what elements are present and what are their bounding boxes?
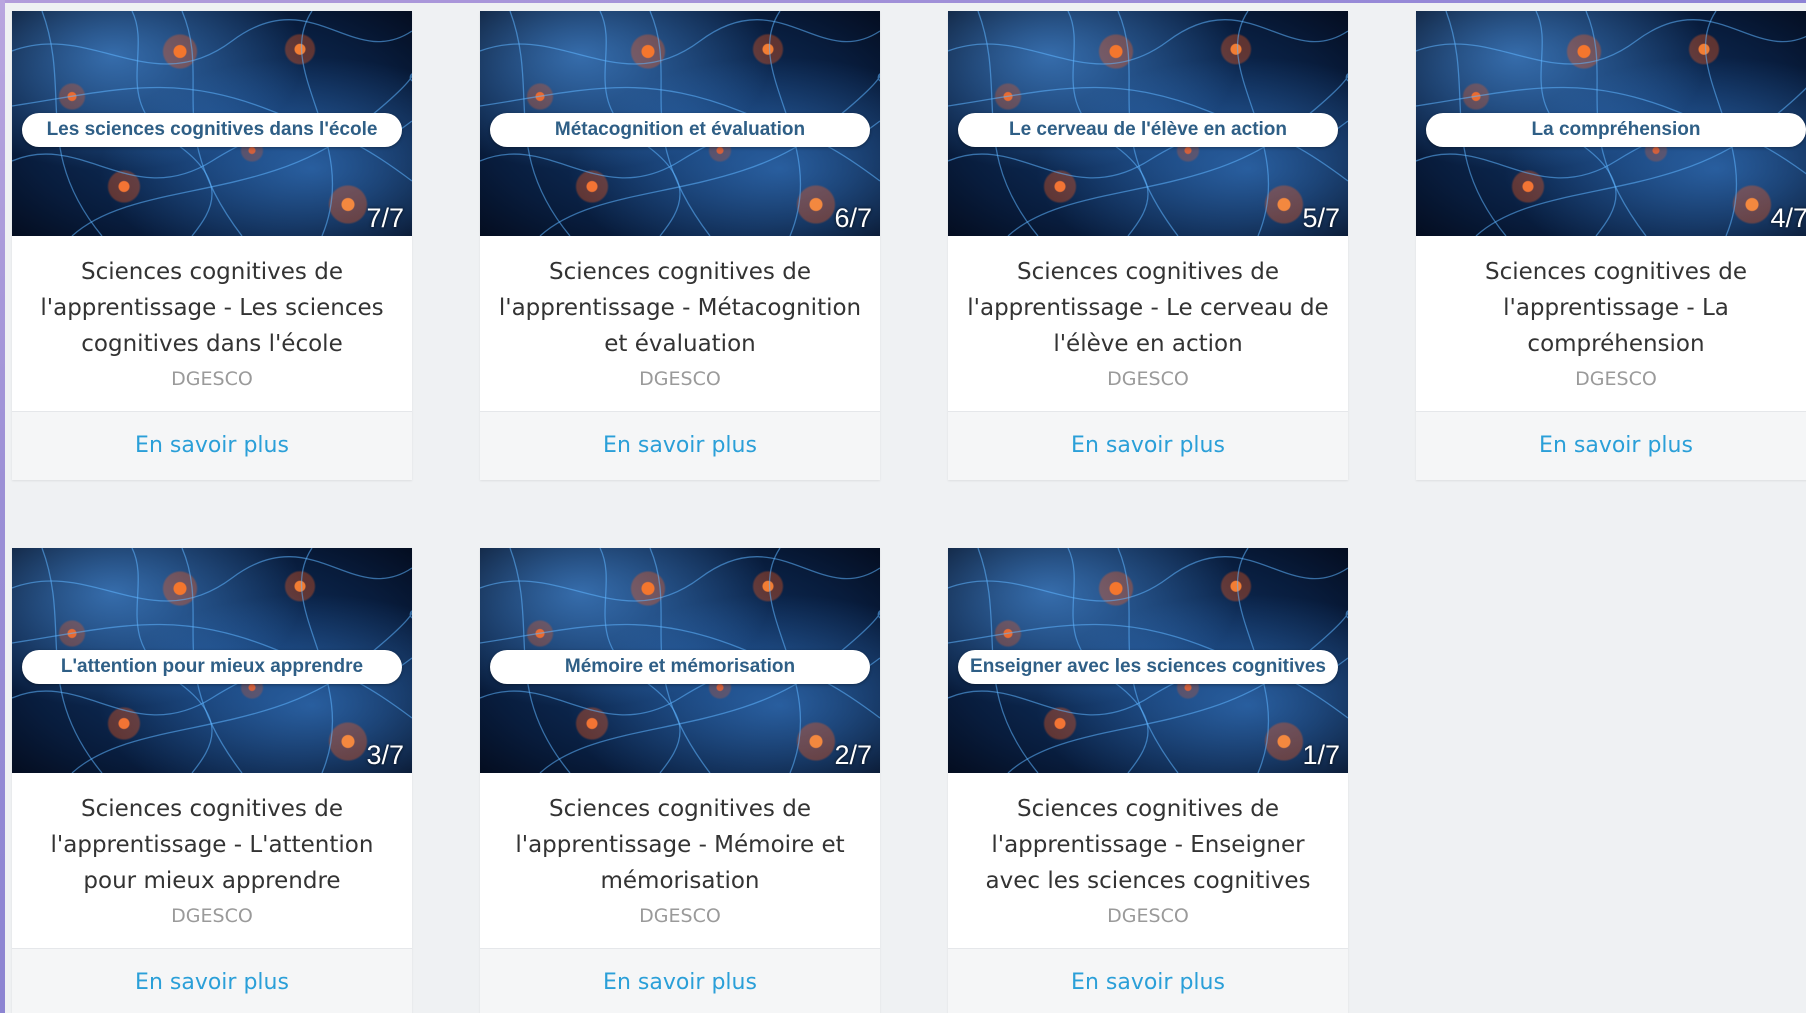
episode-counter: 7/7 [366, 203, 404, 233]
topic-label: La compréhension [1426, 113, 1806, 147]
course-thumbnail[interactable]: L'attention pour mieux apprendre 3/7 [12, 548, 412, 773]
topic-label: Les sciences cognitives dans l'école [22, 113, 402, 147]
course-thumbnail[interactable]: La compréhension 4/7 [1416, 11, 1806, 236]
course-author: DGESCO [639, 905, 721, 927]
course-title[interactable]: Sciences cognitives de l'apprentissage -… [1430, 254, 1802, 362]
card-body: Sciences cognitives de l'apprentissage -… [12, 236, 412, 411]
left-accent-border [0, 0, 5, 1013]
episode-counter: 6/7 [834, 203, 872, 233]
learn-more-link[interactable]: En savoir plus [948, 411, 1348, 480]
episode-counter: 2/7 [834, 740, 872, 770]
course-author: DGESCO [1575, 368, 1657, 390]
course-thumbnail[interactable]: Le cerveau de l'élève en action 5/7 [948, 11, 1348, 236]
episode-counter: 3/7 [366, 740, 404, 770]
learn-more-link[interactable]: En savoir plus [1416, 411, 1806, 480]
course-title[interactable]: Sciences cognitives de l'apprentissage -… [962, 254, 1334, 362]
learn-more-link[interactable]: En savoir plus [480, 948, 880, 1013]
course-card: Mémoire et mémorisation 2/7 Sciences cog… [480, 548, 880, 1013]
course-card: L'attention pour mieux apprendre 3/7 Sci… [12, 548, 412, 1013]
course-title[interactable]: Sciences cognitives de l'apprentissage -… [494, 254, 866, 362]
course-card: Enseigner avec les sciences cognitives 1… [948, 548, 1348, 1013]
topic-label: Le cerveau de l'élève en action [958, 113, 1338, 147]
course-thumbnail[interactable]: Métacognition et évaluation 6/7 [480, 11, 880, 236]
episode-counter: 1/7 [1302, 740, 1340, 770]
course-thumbnail[interactable]: Mémoire et mémorisation 2/7 [480, 548, 880, 773]
course-card: Métacognition et évaluation 6/7 Sciences… [480, 11, 880, 480]
topic-label: Mémoire et mémorisation [490, 650, 870, 684]
course-author: DGESCO [1107, 905, 1189, 927]
topic-label: L'attention pour mieux apprendre [22, 650, 402, 684]
card-body: Sciences cognitives de l'apprentissage -… [948, 236, 1348, 411]
learn-more-link[interactable]: En savoir plus [480, 411, 880, 480]
course-card: Le cerveau de l'élève en action 5/7 Scie… [948, 11, 1348, 480]
course-author: DGESCO [171, 368, 253, 390]
card-body: Sciences cognitives de l'apprentissage -… [480, 236, 880, 411]
course-card: Les sciences cognitives dans l'école 7/7… [12, 11, 412, 480]
episode-counter: 5/7 [1302, 203, 1340, 233]
episode-counter: 4/7 [1770, 203, 1806, 233]
course-title[interactable]: Sciences cognitives de l'apprentissage -… [26, 254, 398, 362]
card-body: Sciences cognitives de l'apprentissage -… [12, 773, 412, 948]
topic-label: Métacognition et évaluation [490, 113, 870, 147]
learn-more-link[interactable]: En savoir plus [12, 948, 412, 1013]
card-body: Sciences cognitives de l'apprentissage -… [1416, 236, 1806, 411]
card-body: Sciences cognitives de l'apprentissage -… [480, 773, 880, 948]
course-title[interactable]: Sciences cognitives de l'apprentissage -… [962, 791, 1334, 899]
course-card: La compréhension 4/7 Sciences cognitives… [1416, 11, 1806, 480]
top-accent-border [0, 0, 1806, 3]
course-title[interactable]: Sciences cognitives de l'apprentissage -… [26, 791, 398, 899]
course-title[interactable]: Sciences cognitives de l'apprentissage -… [494, 791, 866, 899]
learn-more-link[interactable]: En savoir plus [12, 411, 412, 480]
learn-more-link[interactable]: En savoir plus [948, 948, 1348, 1013]
course-author: DGESCO [171, 905, 253, 927]
course-thumbnail[interactable]: Enseigner avec les sciences cognitives 1… [948, 548, 1348, 773]
topic-label: Enseigner avec les sciences cognitives [958, 650, 1338, 684]
course-thumbnail[interactable]: Les sciences cognitives dans l'école 7/7 [12, 11, 412, 236]
card-body: Sciences cognitives de l'apprentissage -… [948, 773, 1348, 948]
course-author: DGESCO [1107, 368, 1189, 390]
course-author: DGESCO [639, 368, 721, 390]
